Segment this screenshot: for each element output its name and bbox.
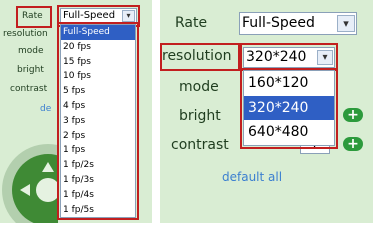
default-all-link[interactable]: default all (222, 170, 282, 184)
direction-pad-icon[interactable] (0, 128, 58, 223)
rate-options-highlight (57, 22, 139, 220)
plus-icon: + (347, 107, 359, 123)
resolution-options-highlight (240, 68, 338, 149)
resolution-label: resolution (3, 29, 48, 39)
contrast-plus-button[interactable]: + (343, 137, 363, 151)
default-all-link-partial[interactable]: de (40, 104, 51, 114)
bright-label: bright (17, 65, 44, 75)
plus-icon: + (347, 136, 359, 152)
mode-label: mode (18, 46, 44, 56)
right-settings-panel: Rate resolution mode bright contrast Ful… (160, 0, 373, 223)
left-settings-panel: Rate resolution mode bright contrast de … (0, 0, 152, 223)
rate-select[interactable]: Full-Speed ▾ (239, 12, 357, 35)
chevron-down-icon[interactable]: ▾ (337, 15, 355, 32)
rate-label-highlight (16, 6, 52, 28)
bright-plus-button[interactable]: + (343, 108, 363, 122)
contrast-label: contrast (171, 137, 229, 153)
resolution-select-highlight (240, 43, 338, 71)
rate-label: Rate (175, 15, 208, 31)
bright-label: bright (179, 108, 221, 124)
mode-label: mode (179, 79, 219, 95)
contrast-label: contrast (10, 84, 48, 94)
resolution-label-highlight (160, 43, 240, 71)
